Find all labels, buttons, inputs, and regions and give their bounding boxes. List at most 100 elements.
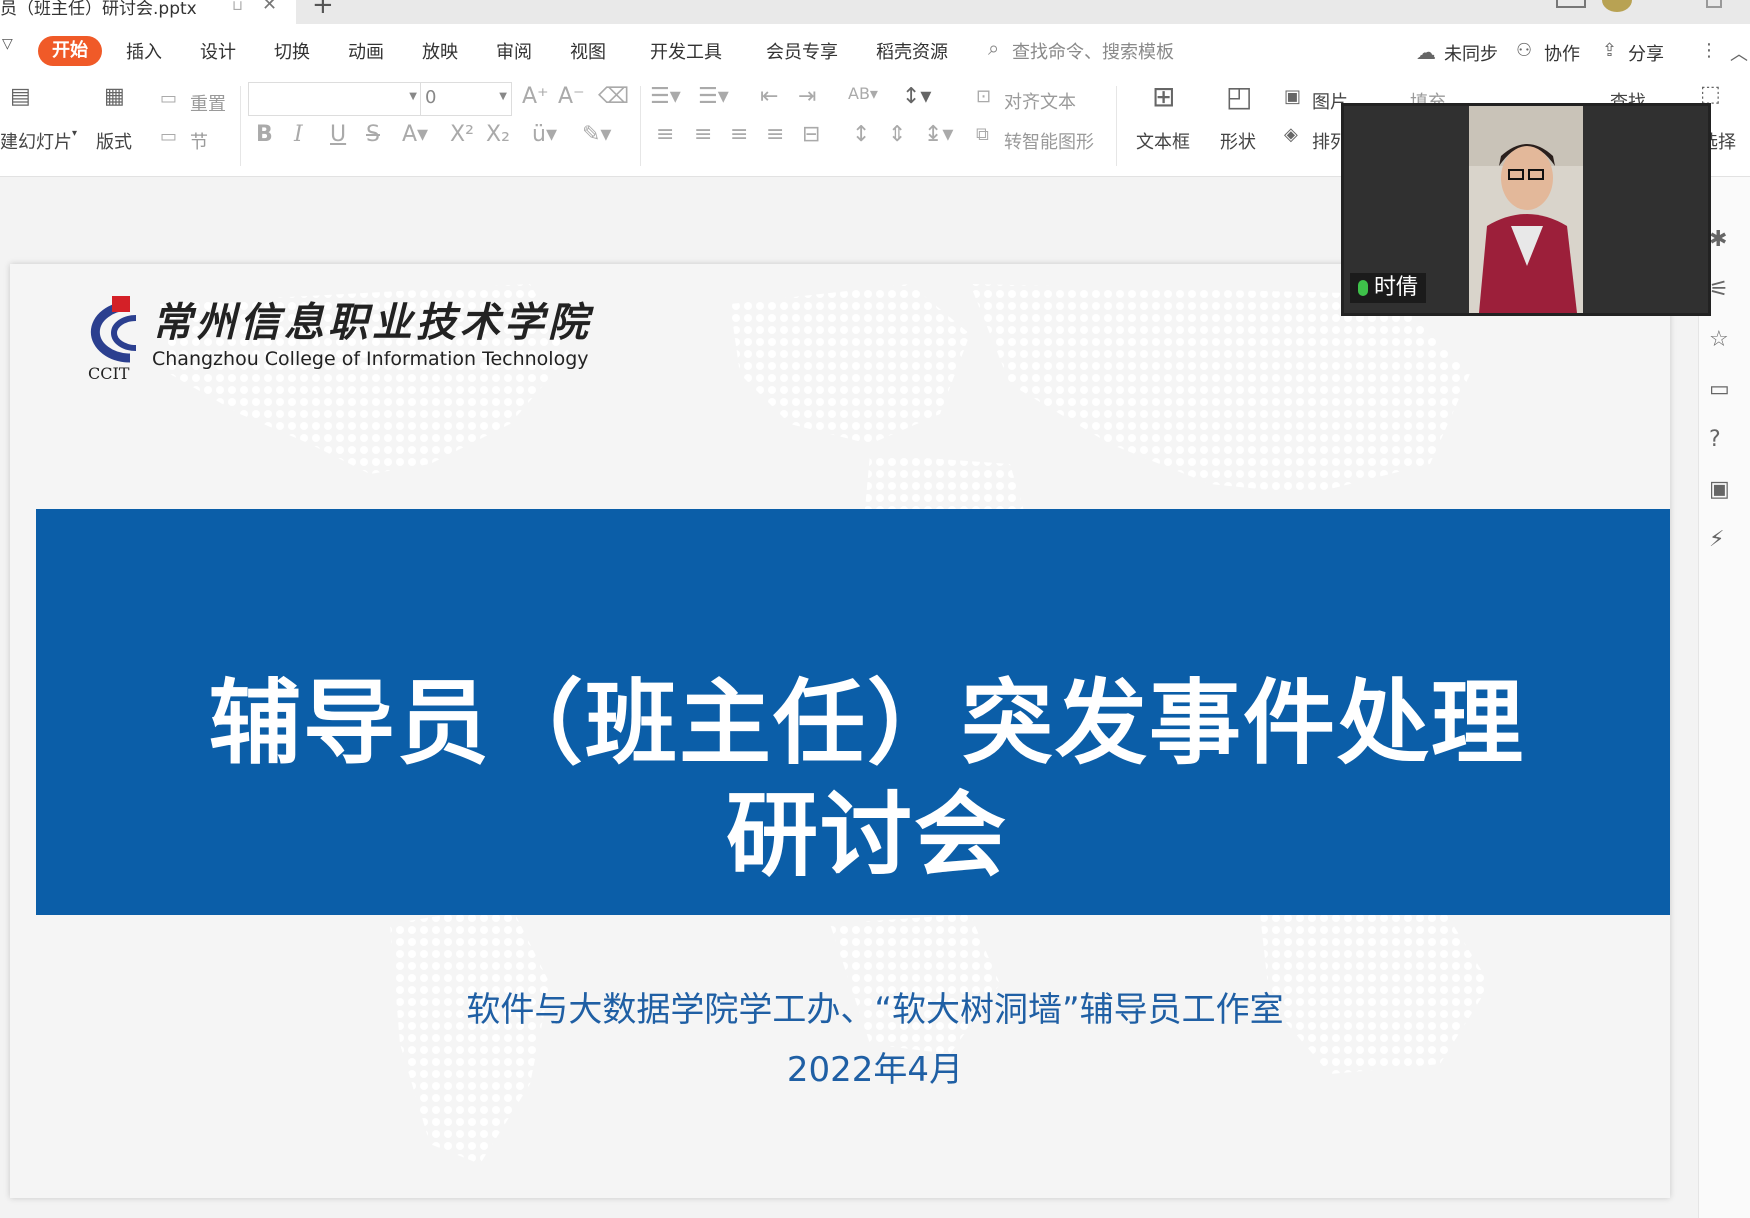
layout-button[interactable]: 版式 — [96, 128, 132, 154]
layout-icon[interactable]: ▦ — [104, 84, 125, 109]
user-avatar[interactable] — [1602, 0, 1632, 12]
college-abbr: CCIT — [88, 364, 130, 383]
new-slide-button[interactable]: 建幻灯片 — [0, 128, 72, 154]
section-button[interactable]: 节 — [190, 128, 208, 154]
reset-icon[interactable]: ▭ — [160, 88, 177, 109]
more-options-icon[interactable]: ⋮ — [1700, 40, 1718, 61]
new-slide-icon[interactable]: ▤ — [10, 84, 31, 109]
new-tab-button[interactable]: + — [312, 0, 334, 20]
align-right-icon[interactable]: ≡ — [730, 122, 748, 147]
font-size-select[interactable]: 0 ▼ — [420, 82, 512, 116]
align-text-button[interactable]: 对齐文本 — [1004, 88, 1076, 114]
sync-status[interactable]: 未同步 — [1444, 40, 1498, 66]
restore-window-icon[interactable] — [1706, 0, 1722, 8]
smart-art-icon[interactable]: ⧉ — [976, 124, 989, 145]
share-icon: ⇪ — [1602, 40, 1618, 61]
ribbon-divider — [240, 86, 241, 166]
design-icon[interactable]: ✱ — [1709, 227, 1727, 252]
menu-view[interactable]: 视图 — [570, 38, 606, 64]
spacing-dropdown-icon[interactable]: ↨▾ — [924, 122, 953, 147]
text-box-icon[interactable]: ⊞ — [1152, 80, 1175, 113]
picture-icon[interactable]: ▣ — [1284, 86, 1301, 107]
distribute-icon[interactable]: ⊟ — [802, 122, 820, 147]
increase-font-icon[interactable]: A⁺ — [522, 84, 549, 109]
text-box-button[interactable]: 文本框 — [1136, 128, 1190, 154]
menu-developer[interactable]: 开发工具 — [650, 38, 722, 64]
slide-subtitle: 软件与大数据学院学工办、“软大树洞墙”辅导员工作室 — [466, 990, 1284, 1030]
participant-video-feed — [1469, 106, 1583, 313]
text-direction-icon[interactable]: ↕▾ — [902, 84, 931, 109]
smart-art-button[interactable]: 转智能图形 — [1004, 128, 1094, 154]
image-icon[interactable]: ▣ — [1709, 477, 1730, 502]
participant-name: 时倩 — [1374, 275, 1419, 300]
microphone-icon[interactable] — [1358, 280, 1368, 296]
clear-format-icon[interactable]: ⌫ — [598, 84, 629, 109]
numbered-list-icon[interactable]: ☰▾ — [698, 84, 729, 109]
menu-bar: ▽ 开始 插入 设计 切换 动画 放映 审阅 视图 开发工具 会员专享 稻壳资源… — [0, 24, 1750, 78]
document-tab-title: 员（班主任）研讨会.pptx — [0, 0, 197, 19]
paragraph-spacing-icon[interactable]: ⇕ — [888, 122, 906, 147]
shape-icon[interactable]: ◰ — [1226, 80, 1252, 113]
bold-icon[interactable]: B — [256, 122, 273, 147]
decrease-indent-icon[interactable]: ⇤ — [760, 84, 778, 109]
highlight-icon[interactable]: ✎▾ — [582, 122, 611, 147]
close-tab-icon[interactable]: ✕ — [262, 0, 277, 15]
share-button[interactable]: 分享 — [1628, 40, 1664, 66]
lightning-icon[interactable]: ⚡ — [1709, 527, 1724, 552]
phonetic-guide-icon[interactable]: ü▾ — [532, 122, 557, 147]
college-name-en: Changzhou College of Information Technol… — [152, 348, 589, 370]
star-icon[interactable]: ☆ — [1709, 327, 1729, 352]
adjust-icon[interactable]: ⚟ — [1709, 277, 1729, 302]
help-icon[interactable]: ? — [1709, 427, 1721, 452]
menu-insert[interactable]: 插入 — [126, 38, 162, 64]
slide[interactable]: 常州信息职业技术学院 Changzhou College of Informat… — [10, 264, 1670, 1198]
menu-review[interactable]: 审阅 — [496, 38, 532, 64]
justify-icon[interactable]: ≡ — [766, 122, 784, 147]
cloud-sync-icon: ☁ — [1416, 40, 1436, 64]
font-size-value: 0 — [425, 87, 437, 108]
comment-icon[interactable]: ▭ — [1709, 377, 1730, 402]
menu-docer[interactable]: 稻壳资源 — [876, 38, 948, 64]
align-left-icon[interactable]: ≡ — [656, 122, 674, 147]
search-icon: ⌕ — [988, 36, 1000, 60]
participant-label: 时倩 — [1350, 273, 1427, 303]
menu-animation[interactable]: 动画 — [348, 38, 384, 64]
superscript-icon[interactable]: X² — [450, 122, 474, 147]
line-spacing-icon[interactable]: ↕ — [852, 122, 870, 147]
bullet-list-icon[interactable]: ☰▾ — [650, 84, 681, 109]
menu-start[interactable]: 开始 — [38, 36, 102, 66]
command-search[interactable]: 查找命令、搜索模板 — [1012, 38, 1174, 64]
decrease-font-icon[interactable]: A⁻ — [558, 84, 585, 109]
menu-member[interactable]: 会员专享 — [766, 38, 838, 64]
college-name-cn: 常州信息职业技术学院 — [152, 299, 592, 346]
collapse-ribbon-icon[interactable]: ︿ — [1730, 40, 1748, 66]
pin-icon[interactable]: ⊔ — [232, 0, 243, 14]
slide-date: 2022年4月 — [786, 1050, 964, 1090]
increase-indent-icon[interactable]: ⇥ — [798, 84, 816, 109]
font-family-select[interactable]: ▼ — [248, 82, 422, 116]
title-banner[interactable]: 辅导员（班主任）突发事件处理 研讨会 — [36, 509, 1670, 915]
strikethrough-icon[interactable]: S — [366, 122, 380, 147]
reset-button[interactable]: 重置 — [190, 90, 226, 116]
align-center-icon[interactable]: ≡ — [694, 122, 712, 147]
italic-icon[interactable]: I — [294, 122, 303, 147]
video-call-overlay[interactable]: 时倩 — [1341, 103, 1711, 316]
new-slide-dropdown-icon[interactable]: ▾ — [72, 128, 77, 139]
arrange-icon[interactable]: ◈ — [1284, 124, 1298, 145]
collaborate-button[interactable]: 协作 — [1544, 40, 1580, 66]
window-layout-icon[interactable] — [1556, 0, 1586, 8]
ribbon-divider — [1116, 86, 1117, 166]
section-icon[interactable]: ▭ — [160, 126, 177, 147]
menu-slideshow[interactable]: 放映 — [422, 38, 458, 64]
align-text-icon[interactable]: ⊡ — [976, 86, 991, 107]
font-color-icon[interactable]: A▾ — [402, 122, 428, 147]
ribbon-divider — [640, 86, 641, 166]
menu-transition[interactable]: 切换 — [274, 38, 310, 64]
title-bar: 员（班主任）研讨会.pptx ⊔ ✕ + — [0, 0, 1750, 24]
underline-icon[interactable]: U — [330, 122, 346, 147]
chevron-down-icon[interactable]: ▽ — [2, 36, 13, 52]
text-case-icon[interactable]: AB▾ — [848, 84, 878, 103]
subscript-icon[interactable]: X₂ — [486, 122, 510, 147]
menu-design[interactable]: 设计 — [200, 38, 236, 64]
shape-button[interactable]: 形状 — [1220, 128, 1256, 154]
